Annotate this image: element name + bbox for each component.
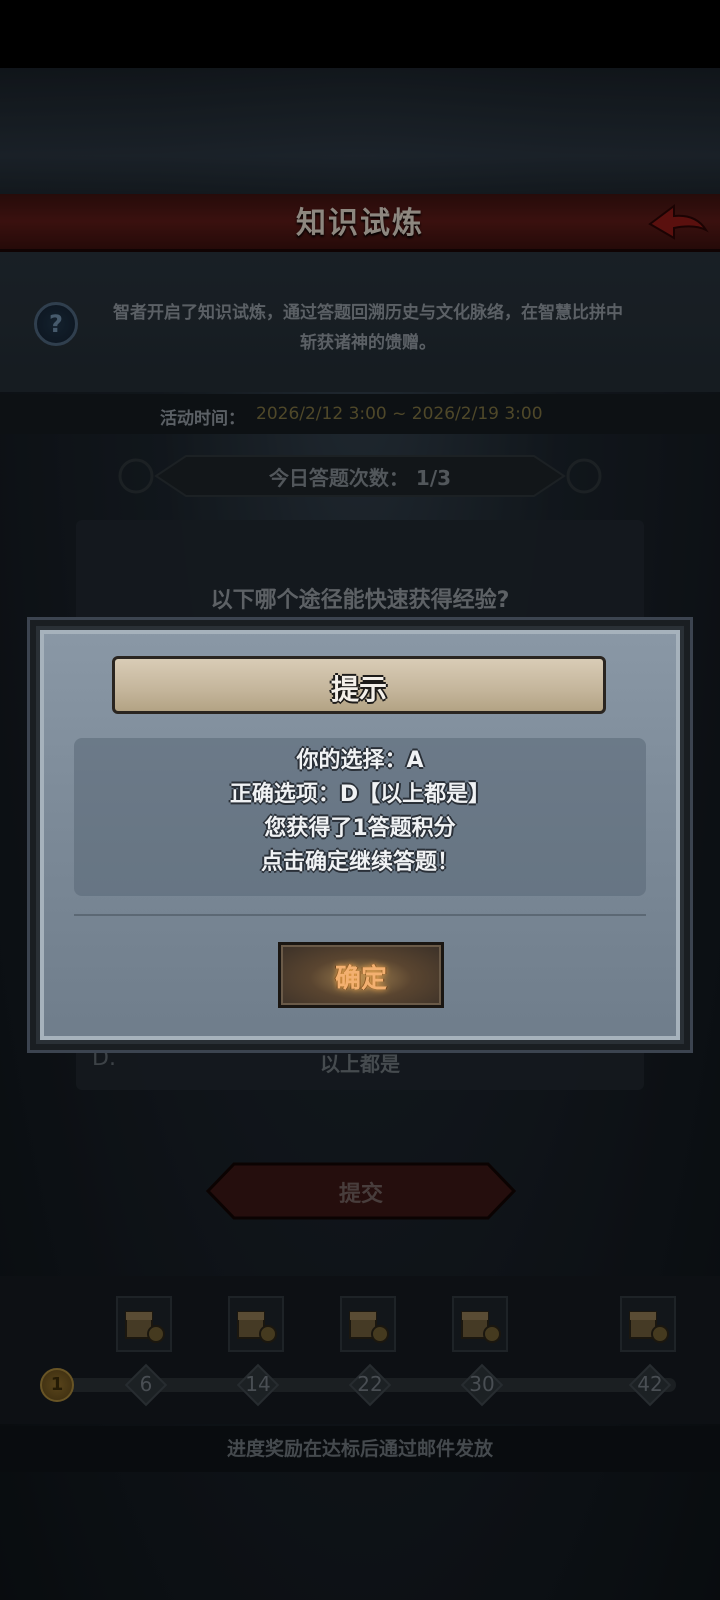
your-choice-text: 你的选择：A [296,748,424,773]
dialog-title: 提示 [330,673,387,706]
continue-hint-text: 点击确定继续答题！ [260,850,459,875]
dialog-divider [74,914,646,916]
correct-answer-text: 正确选项：D【以上都是】 [229,782,491,807]
confirm-label: 确定 [334,964,387,994]
points-earned-text: 您获得了1答题积分 [264,816,456,841]
status-bar [0,0,720,68]
